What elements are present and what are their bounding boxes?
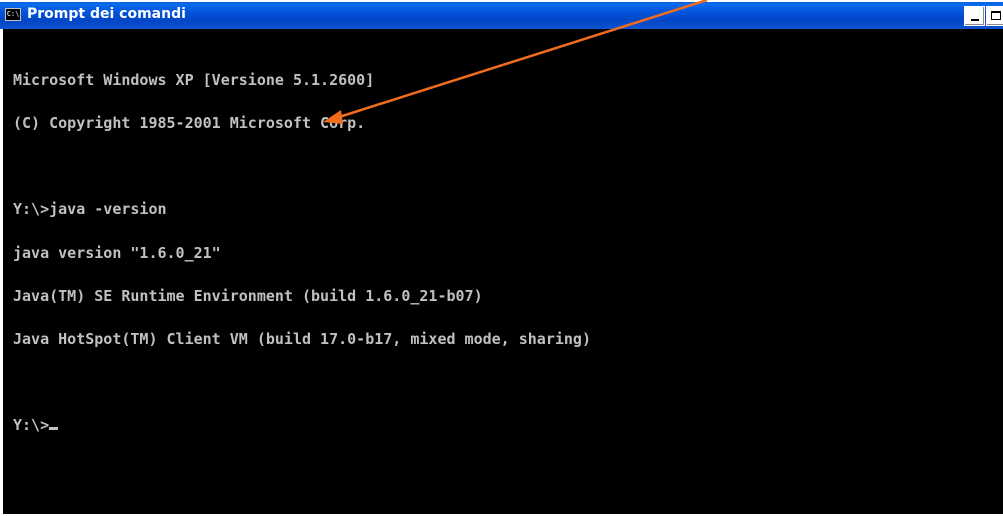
window-title: Prompt dei comandi (27, 6, 186, 22)
command-prompt-window: C:\ Prompt dei comandi Microsoft Windows… (0, 0, 1003, 516)
console-line: Java HotSpot(TM) Client VM (build 17.0-b… (13, 330, 591, 349)
console-area[interactable]: Microsoft Windows XP [Versione 5.1.2600]… (3, 29, 1003, 514)
console-line: (C) Copyright 1985-2001 Microsoft Corp. (13, 114, 366, 133)
maximize-icon (991, 11, 1001, 20)
prompt-line[interactable]: Y:\> (13, 416, 591, 435)
java-version-line: java version "1.6.0_21" (13, 243, 221, 262)
title-bar[interactable]: C:\ Prompt dei comandi (0, 2, 1003, 29)
prompt-text: Y:\> (13, 416, 50, 435)
text-cursor (49, 427, 59, 431)
console-line: Microsoft Windows XP [Versione 5.1.2600] (13, 70, 375, 89)
console-icon[interactable]: C:\ (5, 8, 21, 21)
minimize-icon (971, 19, 979, 21)
maximize-button[interactable] (986, 6, 1003, 26)
console-output: Microsoft Windows XP [Versione 5.1.2600]… (13, 44, 591, 462)
console-line: Java(TM) SE Runtime Environment (build 1… (13, 286, 483, 305)
minimize-button[interactable] (964, 6, 985, 26)
console-line: Y:\>java -version (13, 200, 167, 219)
